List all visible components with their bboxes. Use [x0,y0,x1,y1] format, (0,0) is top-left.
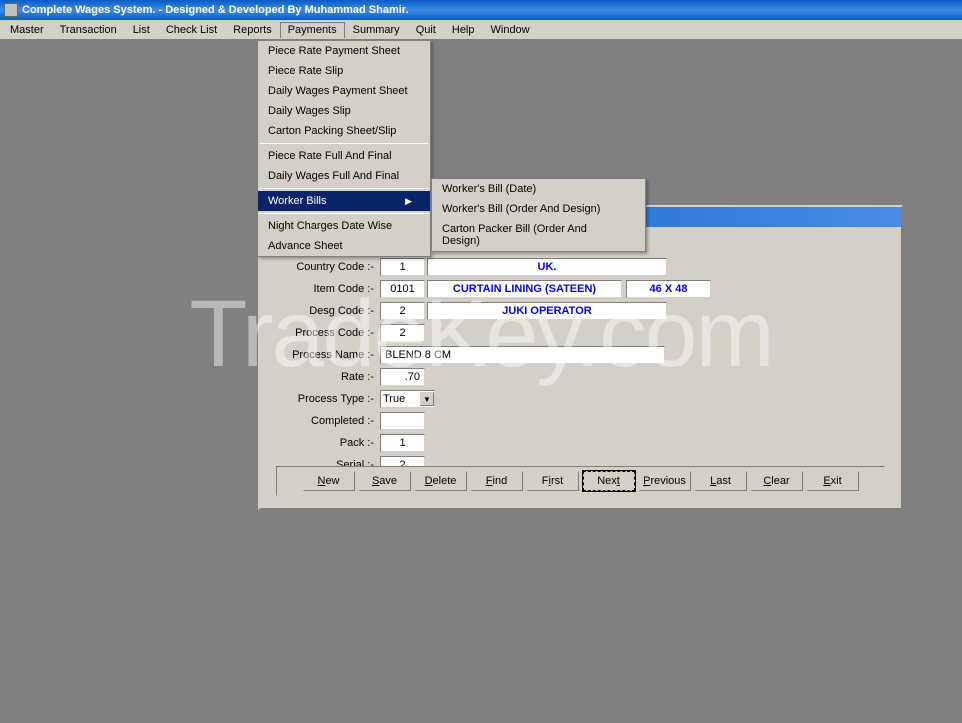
submenu-arrow-icon: ▶ [405,196,412,207]
exit-button[interactable]: Exit [807,471,859,491]
last-button[interactable]: Last [695,471,747,491]
menu-check-list[interactable]: Check List [158,22,225,38]
label-country: Country Code :- [280,261,380,273]
menu-item-daily-wages-payment-sheet[interactable]: Daily Wages Payment Sheet [258,81,430,101]
new-button[interactable]: New [303,471,355,491]
row-desg: Desg Code :- JUKI OPERATOR [280,301,881,321]
previous-button[interactable]: Previous [639,471,691,491]
next-button[interactable]: Next [583,471,635,491]
chevron-down-icon[interactable]: ▼ [420,392,434,406]
menu-separator [260,213,428,214]
display-item-name: CURTAIN LINING (SATEEN) [427,280,622,298]
menu-item-advance-sheet[interactable]: Advance Sheet [258,236,430,256]
label-process-code: Process Code :- [280,327,380,339]
menu-quit[interactable]: Quit [408,22,444,38]
button-panel: New Save Delete Find First Next Previous… [276,466,885,496]
menu-item-worker-bills-label: Worker Bills [268,195,326,207]
display-item-size: 46 X 48 [626,280,711,298]
first-button[interactable]: First [527,471,579,491]
menu-item-piece-rate-payment-sheet[interactable]: Piece Rate Payment Sheet [258,41,430,61]
input-item-code[interactable] [380,280,425,298]
form-area: Country Code :- UK. Item Code :- CURTAIN… [260,227,901,487]
title-bar: Complete Wages System. - Designed & Deve… [0,0,962,20]
menu-help[interactable]: Help [444,22,483,38]
label-pack: Pack :- [280,437,380,449]
menu-item-daily-wages-full-final[interactable]: Daily Wages Full And Final [258,166,430,186]
menu-summary[interactable]: Summary [345,22,408,38]
find-button[interactable]: Find [471,471,523,491]
app-icon [4,3,18,17]
menu-payments[interactable]: Payments [280,22,345,38]
menu-item-daily-wages-slip[interactable]: Daily Wages Slip [258,101,430,121]
save-button[interactable]: Save [359,471,411,491]
menu-window[interactable]: Window [483,22,538,38]
row-rate: Rate :- [280,367,881,387]
row-item: Item Code :- CURTAIN LINING (SATEEN) 46 … [280,279,881,299]
submenu-carton-packer-bill[interactable]: Carton Packer Bill (Order And Design) [432,219,645,251]
input-process-name[interactable] [380,346,665,364]
input-rate[interactable] [380,368,425,386]
label-completed: Completed :- [280,415,380,427]
menu-list[interactable]: List [125,22,158,38]
row-process-code: Process Code :- [280,323,881,343]
input-process-code[interactable] [380,324,425,342]
menu-bar: Master Transaction List Check List Repor… [0,20,962,40]
menu-master[interactable]: Master [2,22,52,38]
display-country-name: UK. [427,258,667,276]
row-process-type: Process Type :- True ▼ [280,389,881,409]
delete-button[interactable]: Delete [415,471,467,491]
input-desg-code[interactable] [380,302,425,320]
menu-item-carton-packing-sheet[interactable]: Carton Packing Sheet/Slip [258,121,430,141]
menu-item-night-charges[interactable]: Night Charges Date Wise [258,216,430,236]
row-pack: Pack :- [280,433,881,453]
title-text: Complete Wages System. - Designed & Deve… [22,4,409,16]
row-process-name: Process Name :- [280,345,881,365]
clear-button[interactable]: Clear [751,471,803,491]
menu-separator [260,188,428,189]
input-completed[interactable] [380,412,425,430]
submenu-workers-bill-date[interactable]: Worker's Bill (Date) [432,179,645,199]
menu-transaction[interactable]: Transaction [52,22,125,38]
payments-dropdown: Piece Rate Payment Sheet Piece Rate Slip… [257,40,431,257]
input-country-code[interactable] [380,258,425,276]
menu-item-piece-rate-full-final[interactable]: Piece Rate Full And Final [258,146,430,166]
label-item: Item Code :- [280,283,380,295]
input-pack[interactable] [380,434,425,452]
label-process-type: Process Type :- [280,393,380,405]
menu-reports[interactable]: Reports [225,22,280,38]
menu-item-worker-bills[interactable]: Worker Bills ▶ [258,191,430,211]
combo-process-type-text: True [381,393,420,405]
submenu-workers-bill-order-design[interactable]: Worker's Bill (Order And Design) [432,199,645,219]
label-rate: Rate :- [280,371,380,383]
row-completed: Completed :- [280,411,881,431]
label-process-name: Process Name :- [280,349,380,361]
menu-item-piece-rate-slip[interactable]: Piece Rate Slip [258,61,430,81]
label-desg: Desg Code :- [280,305,380,317]
row-country: Country Code :- UK. [280,257,881,277]
combo-process-type[interactable]: True ▼ [380,390,435,408]
menu-separator [260,143,428,144]
worker-bills-submenu: Worker's Bill (Date) Worker's Bill (Orde… [431,178,646,252]
display-desg-name: JUKI OPERATOR [427,302,667,320]
